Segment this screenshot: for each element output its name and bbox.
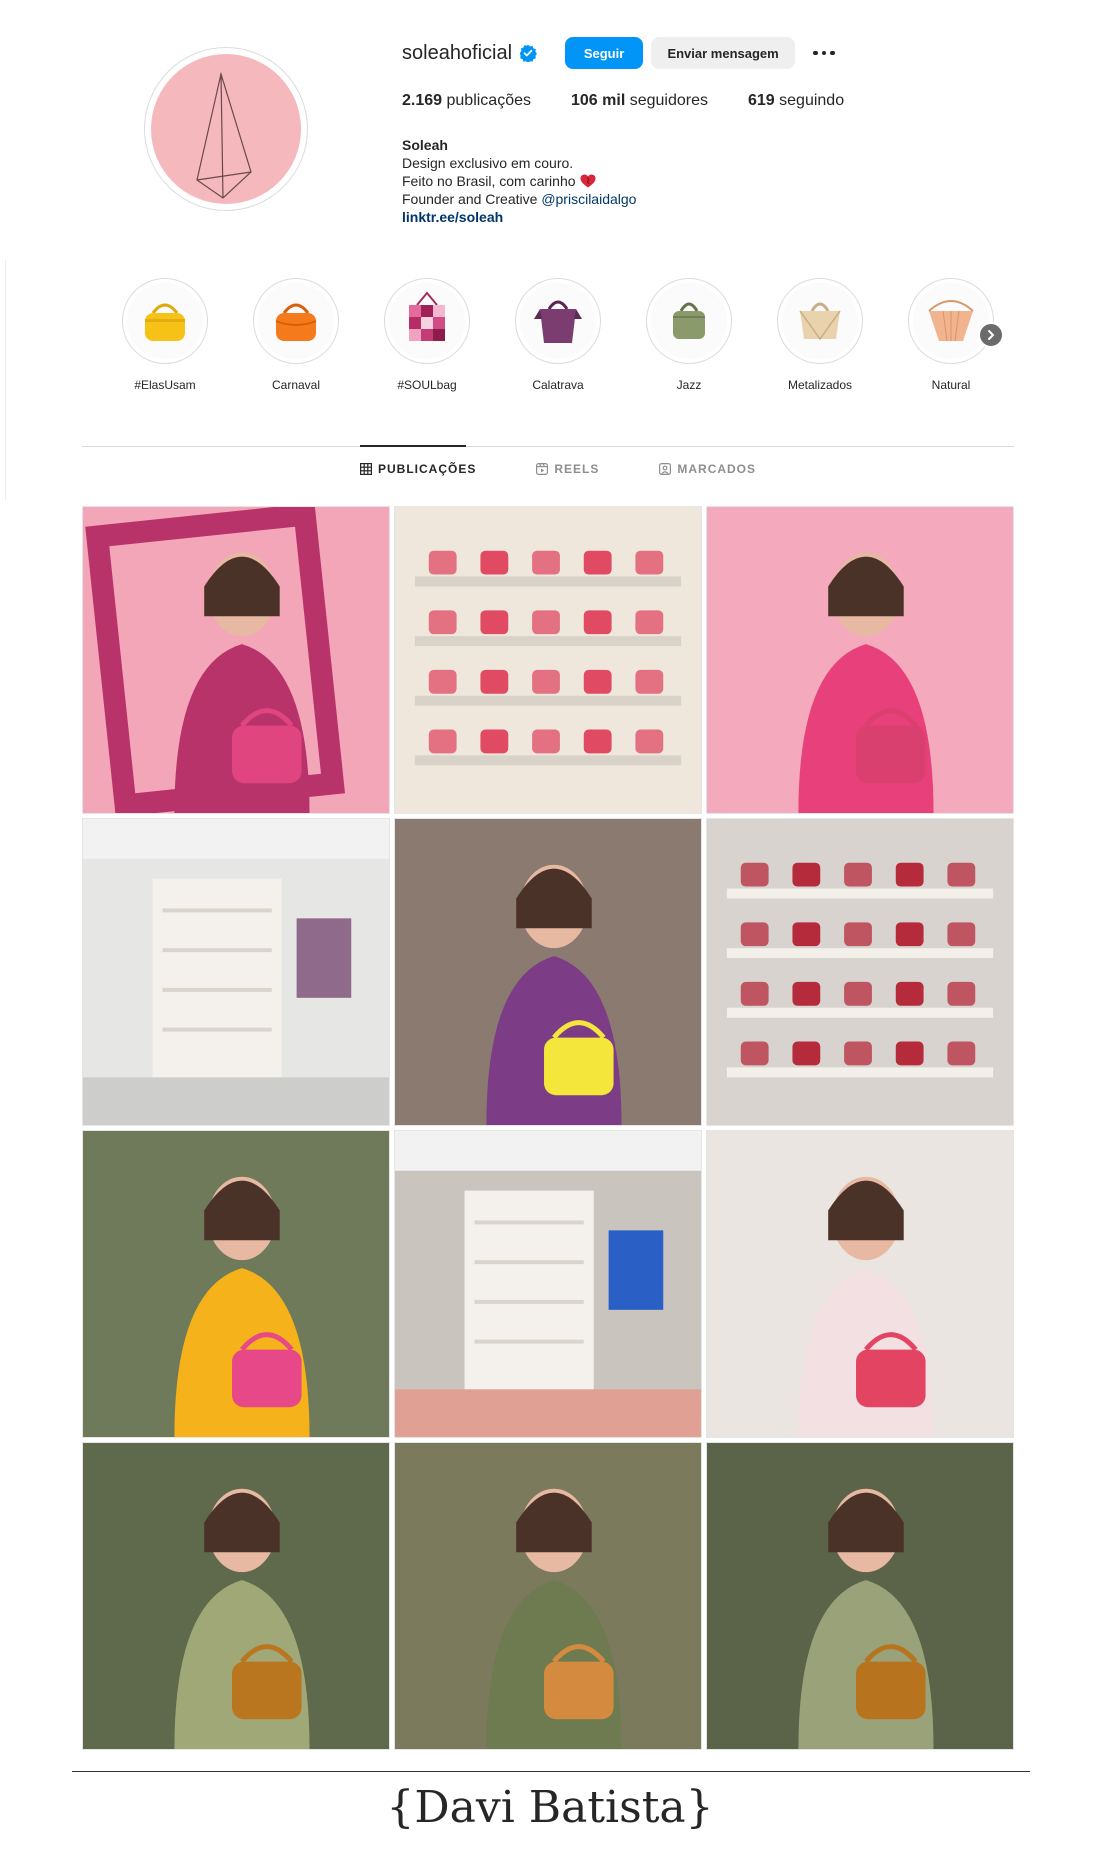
tab-tagged[interactable]: MARCADOS <box>659 462 756 476</box>
post-image <box>707 1443 1013 1749</box>
reels-icon <box>536 463 549 475</box>
post-thumbnail[interactable] <box>82 1442 390 1750</box>
avatar-logo <box>151 54 301 204</box>
send-message-button[interactable]: Enviar mensagem <box>651 37 796 69</box>
green-bag-icon <box>651 283 727 359</box>
follow-button[interactable]: Seguir <box>565 37 644 69</box>
tab-reels[interactable]: REELS <box>536 462 599 476</box>
purple-bag-icon <box>520 283 596 359</box>
profile-bio: Soleah Design exclusivo em couro. Feito … <box>402 136 1042 226</box>
footer-divider <box>72 1771 1030 1772</box>
post-image <box>395 819 701 1125</box>
post-image <box>707 507 1013 813</box>
highlight-label: Natural <box>931 378 971 392</box>
story-highlights: #ElasUsam Carnaval #SOULbag Calatrava Ja… <box>110 278 1010 398</box>
profile-info: soleahoficial Seguir Enviar mensagem 2.1… <box>402 36 1042 226</box>
post-thumbnail[interactable] <box>706 818 1014 1126</box>
pyramid-logo-icon <box>196 71 252 199</box>
post-image <box>83 819 389 1125</box>
post-image <box>707 819 1013 1125</box>
tagged-user-icon <box>659 463 672 475</box>
profile-avatar[interactable] <box>144 47 308 211</box>
bio-name: Soleah <box>402 137 448 153</box>
post-thumbnail[interactable] <box>82 506 390 814</box>
post-thumbnail[interactable] <box>394 818 702 1126</box>
metallic-bag-icon <box>782 283 858 359</box>
bio-mention-link[interactable]: @priscilaidalgo <box>541 191 636 207</box>
post-thumbnail[interactable] <box>82 818 390 1126</box>
profile-tabs: PUBLICAÇÕES REELS MARCADOS <box>360 462 816 476</box>
stat-followers[interactable]: 106 mil seguidores <box>571 92 708 110</box>
tab-label: MARCADOS <box>677 462 757 476</box>
heart-icon <box>580 174 596 188</box>
post-thumbnail[interactable] <box>82 1130 390 1438</box>
highlight-label: Metalizados <box>787 378 853 392</box>
highlight-elasusam[interactable]: #ElasUsam <box>110 278 220 392</box>
post-image <box>83 1443 389 1749</box>
highlight-label: Carnaval <box>271 378 321 392</box>
highlight-label: #SOULbag <box>397 378 457 392</box>
highlight-label: Jazz <box>676 378 702 392</box>
highlight-carnaval[interactable]: Carnaval <box>241 278 351 392</box>
tab-label: REELS <box>554 462 600 476</box>
highlight-label: Calatrava <box>532 378 584 392</box>
post-thumbnail[interactable] <box>394 506 702 814</box>
grid-icon <box>360 463 372 475</box>
post-thumbnail[interactable] <box>706 1130 1014 1438</box>
patchwork-bag-icon <box>389 283 465 359</box>
highlight-label: #ElasUsam <box>134 378 196 392</box>
tab-label: PUBLICAÇÕES <box>378 462 477 476</box>
highlights-next-button[interactable] <box>978 322 1004 348</box>
post-image <box>395 507 701 813</box>
fan-bag-icon <box>913 283 989 359</box>
post-image <box>83 507 389 813</box>
bio-line: Feito no Brasil, com carinho <box>402 172 1042 190</box>
post-image <box>395 1131 701 1437</box>
post-thumbnail[interactable] <box>706 506 1014 814</box>
highlight-metalizados[interactable]: Metalizados <box>765 278 875 392</box>
post-thumbnail[interactable] <box>394 1442 702 1750</box>
stat-posts[interactable]: 2.169 publicações <box>402 92 531 110</box>
tab-posts[interactable]: PUBLICAÇÕES <box>360 462 476 476</box>
profile-top-row: soleahoficial Seguir Enviar mensagem <box>402 36 1042 70</box>
bio-line: Design exclusivo em couro. <box>402 155 574 171</box>
highlight-jazz[interactable]: Jazz <box>634 278 744 392</box>
bio-line: Founder and Creative @priscilaidalgo <box>402 191 637 207</box>
post-image <box>395 1443 701 1749</box>
post-image <box>83 1131 389 1437</box>
highlight-calatrava[interactable]: Calatrava <box>503 278 613 392</box>
page-edge <box>5 260 6 500</box>
posts-grid <box>82 506 1014 1750</box>
tabs-divider <box>82 446 1014 447</box>
post-thumbnail[interactable] <box>394 1130 702 1438</box>
post-image <box>707 1131 1013 1437</box>
yellow-bag-icon <box>127 283 203 359</box>
more-options-icon[interactable] <box>813 43 843 63</box>
orange-bag-icon <box>258 283 334 359</box>
chevron-right-icon <box>988 330 995 340</box>
verified-badge-icon <box>519 44 538 63</box>
highlight-soulbag[interactable]: #SOULbag <box>372 278 482 392</box>
author-signature: {Davi Batista} <box>386 1782 714 1833</box>
username: soleahoficial <box>402 41 513 64</box>
stat-following[interactable]: 619 seguindo <box>748 92 844 110</box>
profile-stats: 2.169 publicações 106 mil seguidores 619… <box>402 92 1042 110</box>
active-tab-indicator <box>360 445 466 447</box>
bio-external-link[interactable]: linktr.ee/soleah <box>402 208 1042 226</box>
post-thumbnail[interactable] <box>706 1442 1014 1750</box>
